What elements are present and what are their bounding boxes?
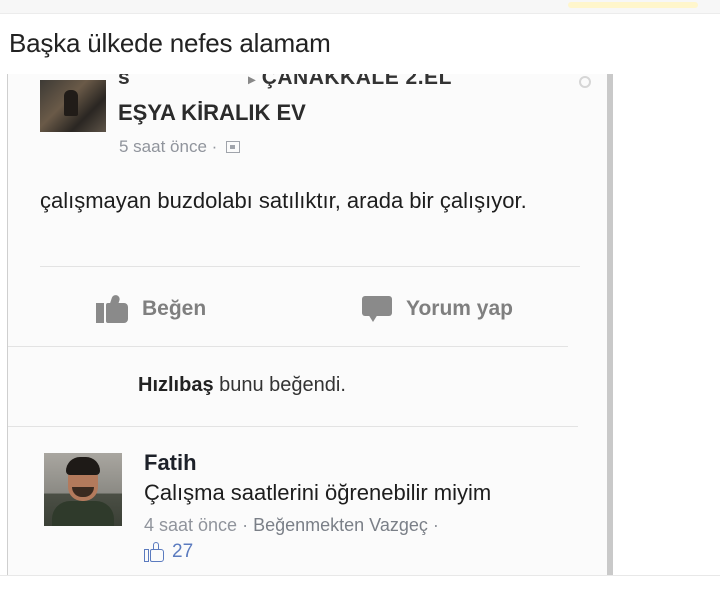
divider — [8, 426, 578, 427]
thumbs-up-icon — [96, 294, 130, 323]
comment-like-count[interactable]: 27 — [144, 541, 193, 563]
post-header: s ▸ ÇANAKKALE 2.EL EŞYA KİRALIK EV 5 saat … — [8, 74, 607, 174]
options-icon[interactable] — [579, 76, 591, 88]
top-accent-bar — [568, 2, 698, 8]
likes-suffix: bunu beğendi. — [213, 374, 346, 396]
likes-summary[interactable]: Hızlıbaş bunu beğendi. — [138, 374, 346, 397]
privacy-icon — [226, 141, 241, 153]
share-arrow-icon: ▸ — [248, 74, 256, 87]
divider — [40, 266, 580, 267]
comment-author[interactable]: Fatih — [144, 450, 197, 476]
page-name-line2[interactable]: EŞYA KİRALIK EV — [118, 100, 306, 126]
liker-name[interactable]: Hızlıbaş — [138, 374, 214, 396]
like-label: Beğen — [142, 297, 207, 320]
commenter-avatar[interactable] — [44, 453, 122, 526]
bottom-border — [0, 575, 720, 589]
post-timestamp[interactable]: 5 saat önce · — [119, 137, 241, 157]
unlike-link[interactable]: Beğenmekten Vazgeç — [253, 515, 428, 535]
embedded-facebook-screenshot: s ▸ ÇANAKKALE 2.EL EŞYA KİRALIK EV 5 saat … — [7, 74, 613, 589]
comment-button[interactable]: Yorum yap — [362, 292, 513, 326]
page-name-text: ÇANAKKALE 2.EL — [261, 74, 452, 89]
timestamp-text: 5 saat önce · — [119, 137, 218, 156]
page-avatar[interactable] — [40, 80, 106, 132]
thumbs-up-icon — [144, 542, 166, 562]
comment-bubble-icon — [362, 296, 392, 322]
comment-text: Çalışma saatlerini öğrenebilir miyim — [144, 480, 492, 505]
top-strip — [0, 0, 720, 14]
post-caption: Başka ülkede nefes alamam — [9, 28, 331, 58]
comment-meta: 4 saat önce · Beğenmekten Vazgeç · — [144, 515, 439, 535]
truncated-glyph: s — [118, 74, 131, 89]
page-name-line1[interactable]: s ▸ ÇANAKKALE 2.EL — [118, 74, 452, 90]
divider — [8, 346, 568, 347]
like-button[interactable]: Beğen — [96, 292, 206, 326]
post-body: çalışmayan buzdolabı satılıktır, arada b… — [40, 188, 527, 213]
comment-label: Yorum yap — [406, 297, 513, 320]
like-count-value: 27 — [172, 541, 194, 562]
comment-time[interactable]: 4 saat önce — [144, 515, 237, 535]
